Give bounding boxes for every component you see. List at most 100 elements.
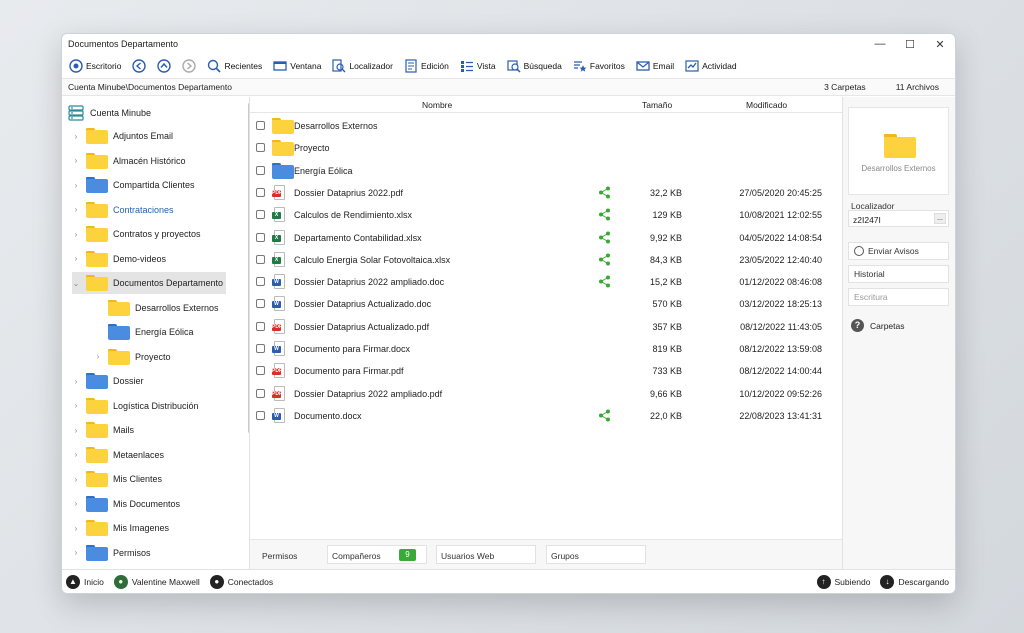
- carpetas-help[interactable]: ? Carpetas: [851, 319, 905, 332]
- row-checkbox[interactable]: [256, 121, 265, 130]
- chevron-right-icon[interactable]: ›: [72, 254, 80, 263]
- share-icon[interactable]: [598, 231, 611, 246]
- table-row[interactable]: W Dossier Dataprius 2022 ampliado.doc 15,2…: [250, 271, 842, 293]
- vista-button[interactable]: Vista: [457, 56, 504, 76]
- chevron-right-icon[interactable]: ›: [72, 401, 80, 410]
- enviar-avisos-button[interactable]: Enviar Avisos: [848, 242, 949, 260]
- row-checkbox[interactable]: [256, 210, 265, 220]
- table-row[interactable]: X Calculos de Rendimiento.xlsx 129 KB 10/08…: [250, 204, 842, 226]
- sidebar-item-mis-imagenes[interactable]: › Mis Imagenes: [72, 517, 169, 539]
- table-row[interactable]: PDF Dossier Dataprius 2022.pdf 32,2 KB 27/0…: [250, 182, 842, 204]
- chevron-right-icon[interactable]: ›: [72, 205, 80, 214]
- conectados-button[interactable]: ● Conectados: [209, 574, 273, 589]
- row-checkbox[interactable]: [256, 299, 265, 309]
- column-header-name[interactable]: Nombre: [422, 100, 452, 110]
- chevron-right-icon[interactable]: ›: [72, 377, 80, 386]
- chevron-right-icon[interactable]: ›: [72, 426, 80, 435]
- back-button[interactable]: [129, 56, 154, 76]
- chevron-right-icon[interactable]: ›: [72, 548, 80, 557]
- maximize-icon[interactable]: ☐: [895, 34, 925, 54]
- chevron-right-icon[interactable]: ›: [72, 132, 80, 141]
- chevron-right-icon[interactable]: ›: [72, 524, 80, 533]
- table-row[interactable]: PDF Documento para Firmar.pdf 733 KB 08/12/…: [250, 360, 842, 382]
- sidebar-item-compartida-clientes[interactable]: › Compartida Clientes: [72, 174, 195, 196]
- user-button[interactable]: ● Valentine Maxwell: [113, 574, 200, 589]
- row-checkbox[interactable]: [256, 388, 265, 398]
- share-icon[interactable]: [598, 409, 611, 424]
- table-row[interactable]: W Documento para Firmar.docx 819 KB 08/12/2…: [250, 338, 842, 360]
- row-checkbox[interactable]: [256, 321, 265, 331]
- table-row[interactable]: Desarrollos Externos: [250, 115, 842, 137]
- sidebar-item-almacén-histórico[interactable]: › Almacén Histórico: [72, 150, 186, 172]
- row-checkbox[interactable]: [256, 366, 265, 376]
- row-checkbox[interactable]: [256, 232, 265, 242]
- row-checkbox[interactable]: [256, 143, 265, 153]
- close-icon[interactable]: ✕: [925, 34, 955, 54]
- localizador-button[interactable]: Localizador: [329, 56, 400, 76]
- subiendo-button[interactable]: ↑ Subiendo: [816, 574, 870, 589]
- chevron-right-icon[interactable]: ›: [72, 450, 80, 459]
- sidebar-item-desarrollos-externos[interactable]: Desarrollos Externos: [94, 297, 219, 319]
- chevron-right-icon[interactable]: ›: [94, 352, 102, 361]
- share-icon[interactable]: [598, 208, 611, 223]
- inicio-button[interactable]: ▲ Inicio: [66, 574, 104, 589]
- edicion-button[interactable]: Edición: [401, 56, 457, 76]
- historial-button[interactable]: Historial: [848, 265, 949, 283]
- sidebar-item-dossier[interactable]: › Dossier: [72, 370, 144, 392]
- sidebar-item-adjuntos-email[interactable]: › Adjuntos Email: [72, 125, 173, 147]
- favoritos-button[interactable]: Favoritos: [570, 56, 633, 76]
- sidebar-item-demo-videos[interactable]: › Demo-videos: [72, 248, 166, 270]
- table-row[interactable]: PDF Dossier Dataprius Actualizado.pdf 357 …: [250, 316, 842, 338]
- up-button[interactable]: [154, 56, 179, 76]
- row-checkbox[interactable]: [256, 277, 265, 287]
- column-header-modified[interactable]: Modificado: [746, 100, 787, 110]
- row-checkbox[interactable]: [256, 344, 265, 353]
- row-checkbox[interactable]: [256, 254, 265, 264]
- chevron-down-icon[interactable]: ⌄: [72, 279, 80, 288]
- escritorio-button[interactable]: Escritorio: [66, 56, 129, 76]
- chevron-right-icon[interactable]: ›: [72, 230, 80, 239]
- table-row[interactable]: W Dossier Dataprius Actualizado.doc 570 KB…: [250, 293, 842, 315]
- sidebar-item-documentos-departamento[interactable]: ⌄ Documentos Departamento: [72, 272, 226, 294]
- sidebar-item-permisos[interactable]: › Permisos: [72, 542, 151, 564]
- tab-grupos[interactable]: Grupos: [546, 545, 646, 564]
- chevron-right-icon[interactable]: ›: [72, 475, 80, 484]
- row-checkbox[interactable]: [256, 410, 265, 420]
- minimize-icon[interactable]: —: [865, 34, 895, 54]
- sidebar-item-mis-clientes[interactable]: › Mis Clientes: [72, 468, 162, 490]
- busqueda-button[interactable]: Búsqueda: [504, 56, 570, 76]
- table-row[interactable]: X Calculo Energia Solar Fotovoltaica.xlsx…: [250, 249, 842, 271]
- chevron-right-icon[interactable]: ›: [72, 156, 80, 165]
- email-button[interactable]: Email: [633, 56, 682, 76]
- sidebar-item-energía-eólica[interactable]: Energía Eólica: [94, 321, 194, 343]
- sidebar-item-contratos-y-proyectos[interactable]: › Contratos y proyectos: [72, 223, 201, 245]
- localizador-field[interactable]: z2I247I ...: [848, 210, 949, 227]
- localizador-more-button[interactable]: ...: [934, 213, 946, 224]
- sidebar-item-metaenlaces[interactable]: › Metaenlaces: [72, 444, 164, 466]
- tab-usuarios-web[interactable]: Usuarios Web: [436, 545, 536, 564]
- sidebar-item-contrataciones[interactable]: › Contrataciones: [72, 199, 174, 221]
- column-header-size[interactable]: Tamaño: [642, 100, 672, 110]
- table-row[interactable]: Energía Eólica: [250, 160, 842, 182]
- share-icon[interactable]: [598, 253, 611, 268]
- sidebar-item-proyecto[interactable]: › Proyecto: [94, 346, 171, 368]
- ventana-button[interactable]: Ventana: [270, 56, 329, 76]
- chevron-right-icon[interactable]: ›: [72, 181, 80, 190]
- table-row[interactable]: Proyecto: [250, 137, 842, 159]
- sidebar-item-logística-distribución[interactable]: › Logística Distribución: [72, 395, 199, 417]
- table-row[interactable]: PDF Dossier Dataprius 2022 ampliado.pdf 9,…: [250, 383, 842, 405]
- recientes-button[interactable]: Recientes: [204, 56, 270, 76]
- forward-button[interactable]: [179, 56, 204, 76]
- share-icon[interactable]: [598, 186, 611, 201]
- share-icon[interactable]: [598, 275, 611, 290]
- table-row[interactable]: X Departamento Contabilidad.xlsx 9,92 KB 04…: [250, 227, 842, 249]
- escritura-button[interactable]: Escritura: [848, 288, 949, 306]
- row-checkbox[interactable]: [256, 165, 265, 175]
- descargando-button[interactable]: ↓ Descargando: [880, 574, 949, 589]
- tree-root-cuenta-minube[interactable]: Cuenta Minube: [68, 102, 151, 124]
- sidebar-item-mails[interactable]: › Mails: [72, 419, 134, 441]
- actividad-button[interactable]: Actividad: [682, 56, 745, 76]
- chevron-right-icon[interactable]: ›: [72, 499, 80, 508]
- table-row[interactable]: W Documento.docx 22,0 KB 22/08/2023 13:41:3…: [250, 405, 842, 427]
- row-checkbox[interactable]: [256, 187, 265, 197]
